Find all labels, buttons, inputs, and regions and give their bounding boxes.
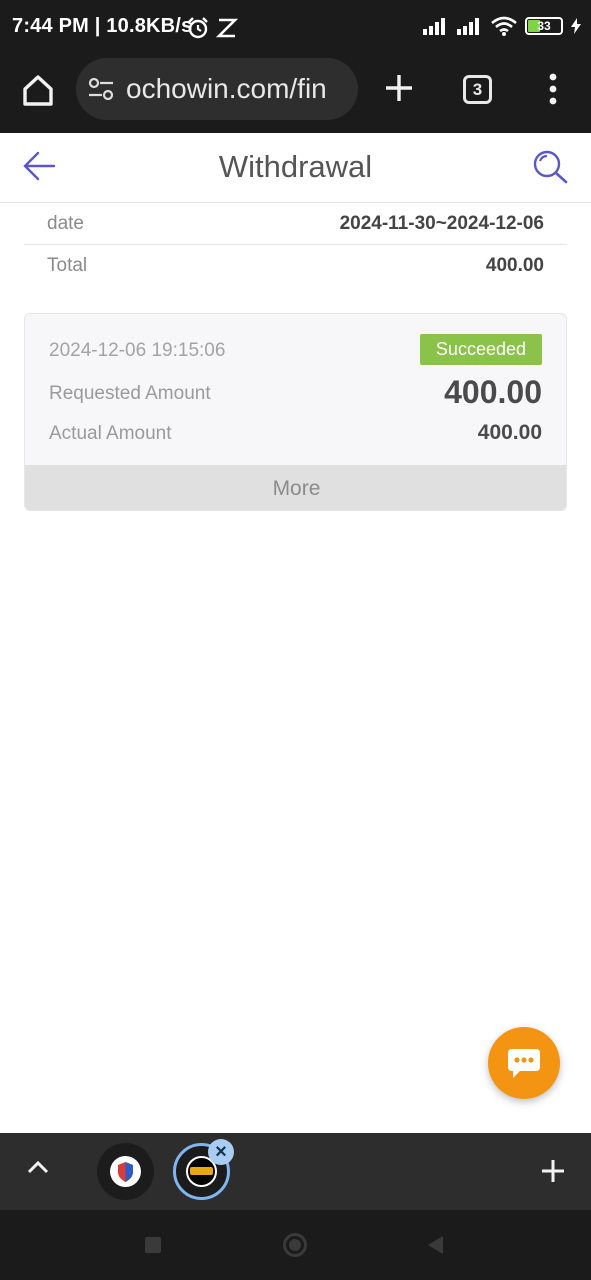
alarm-clock-icon — [188, 17, 208, 39]
page-title: Withdrawal — [218, 149, 373, 184]
bubble-tray: × — [0, 1133, 591, 1210]
browser-toolbar: ochowin.com/fin 3 — [0, 58, 591, 133]
url-text: ochowin.com/fin — [126, 73, 327, 104]
more-options-icon[interactable] — [541, 72, 565, 106]
link-icon — [216, 18, 238, 38]
system-nav-bar — [0, 1210, 591, 1280]
actual-amount-label: Actual Amount — [49, 423, 172, 444]
charging-icon — [571, 18, 581, 34]
summary-value: 400.00 — [485, 255, 544, 276]
site-settings-icon[interactable] — [88, 78, 114, 100]
wifi-icon — [491, 16, 517, 36]
home-icon[interactable] — [20, 72, 56, 108]
status-icons: 33 — [423, 16, 581, 36]
status-time: 7:44 PM | 10.8KB/s — [12, 15, 193, 37]
search-icon[interactable] — [530, 147, 570, 185]
status-badge: Succeeded — [419, 334, 542, 365]
summary-section: date 2024-11-30~2024-12-06 Total 400.00 — [24, 203, 567, 287]
url-bar[interactable]: ochowin.com/fin — [76, 58, 358, 120]
battery-icon: 33 — [525, 17, 563, 35]
requested-amount-value: 400.00 — [444, 374, 542, 410]
record-datetime: 2024-12-06 19:15:06 — [49, 340, 226, 361]
shield-app-icon — [110, 1156, 141, 1187]
chat-button[interactable] — [488, 1027, 560, 1099]
signal-icon-2 — [457, 18, 479, 35]
summary-row-total: Total 400.00 — [24, 245, 567, 287]
more-button[interactable]: More — [25, 465, 566, 510]
requested-amount-label: Requested Amount — [49, 383, 211, 404]
add-icon[interactable] — [540, 1158, 566, 1184]
recents-icon[interactable] — [145, 1237, 161, 1253]
signal-icon — [423, 18, 445, 35]
summary-row-date: date 2024-11-30~2024-12-06 — [24, 203, 567, 245]
battery-level: 33 — [537, 19, 551, 33]
chat-bubble-icon — [508, 1049, 540, 1078]
new-tab-icon[interactable] — [382, 71, 416, 105]
tab-switcher-button[interactable]: 3 — [463, 75, 492, 104]
bubble-app-1[interactable] — [97, 1143, 154, 1200]
summary-label: date — [47, 212, 84, 234]
status-bar: 7:44 PM | 10.8KB/s 33 — [0, 0, 591, 58]
summary-label: Total — [47, 255, 88, 276]
app-header: Withdrawal — [0, 133, 591, 203]
actual-amount-value: 400.00 — [477, 421, 542, 444]
home-nav-icon[interactable] — [283, 1233, 307, 1257]
close-icon[interactable]: × — [208, 1139, 234, 1165]
chevron-up-icon[interactable] — [26, 1159, 50, 1175]
back-nav-icon[interactable] — [428, 1236, 443, 1254]
withdrawal-record-card: 2024-12-06 19:15:06 Succeeded Requested … — [24, 313, 567, 511]
summary-value: 2024-11-30~2024-12-06 — [339, 212, 544, 234]
